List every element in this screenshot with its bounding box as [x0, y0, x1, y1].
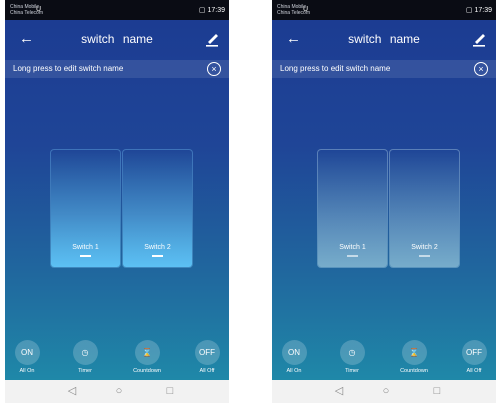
timer-button[interactable]: ◷ Timer [63, 340, 107, 374]
page-title: switch name [348, 32, 420, 46]
switch-2-panel[interactable]: Switch 2 [123, 150, 192, 267]
clock-icon: ◷ [339, 340, 365, 365]
signal-battery-time: ▢ 17:39 [198, 7, 225, 14]
control-label: Timer [78, 368, 92, 374]
close-icon[interactable]: × [207, 62, 221, 76]
control-label: Countdown [400, 368, 428, 374]
control-label: Countdown [133, 368, 161, 374]
switch-label: Switch 1 [339, 244, 366, 251]
all-on-button[interactable]: ON All On [272, 340, 316, 374]
usb-icon: U [36, 6, 42, 13]
nav-home-icon[interactable]: ○ [379, 385, 393, 397]
top-bar: ← switch name [5, 20, 229, 60]
nav-home-icon[interactable]: ○ [112, 385, 126, 397]
off-icon: OFF [194, 340, 220, 365]
switch-indicator [152, 255, 163, 257]
countdown-button[interactable]: ⌛ Countdown [125, 340, 169, 374]
page-title: switch name [81, 32, 153, 46]
nav-back-icon[interactable]: ◁ [65, 385, 79, 397]
android-nav-bar: ◁ ○ □ [272, 380, 496, 403]
hint-text: Long press to edit switch name [13, 64, 124, 73]
all-off-button[interactable]: OFF All Off [452, 340, 496, 374]
hourglass-icon: ⌛ [134, 340, 160, 365]
status-bar: China Mobile China Telecom U ▢ 17:39 [272, 0, 496, 20]
timer-button[interactable]: ◷ Timer [330, 340, 374, 374]
control-bar: ON All On ◷ Timer ⌛ Countdown OFF All Of… [5, 340, 229, 380]
top-bar: ← switch name [272, 20, 496, 60]
control-label: All On [286, 368, 302, 374]
nav-recent-icon[interactable]: □ [430, 385, 444, 397]
control-label: All On [19, 368, 35, 374]
nav-back-icon[interactable]: ◁ [332, 385, 346, 397]
hourglass-icon: ⌛ [401, 340, 427, 365]
pen-edit-icon[interactable] [472, 30, 486, 48]
phone-screen-active: China Mobile China Telecom U ▢ 17:39 ← s… [5, 0, 229, 403]
clock-icon: ◷ [72, 340, 98, 365]
switch-screen: ← switch name Long press to edit switch … [272, 20, 496, 380]
close-icon[interactable]: × [474, 62, 488, 76]
switch-2-panel[interactable]: Switch 2 [390, 150, 459, 267]
switch-screen: ← switch name Long press to edit switch … [5, 20, 229, 380]
switch-indicator [80, 255, 91, 257]
android-nav-bar: ◁ ○ □ [5, 380, 229, 403]
usb-icon: U [303, 6, 309, 13]
status-bar: China Mobile China Telecom U ▢ 17:39 [5, 0, 229, 20]
off-icon: OFF [461, 340, 487, 365]
signal-battery-time: ▢ 17:39 [465, 7, 492, 14]
hint-banner: Long press to edit switch name × [5, 60, 229, 78]
switch-1-panel[interactable]: Switch 1 [51, 150, 120, 267]
control-label: Timer [345, 368, 359, 374]
switch-label: Switch 2 [144, 244, 171, 251]
switch-label: Switch 2 [411, 244, 438, 251]
all-on-button[interactable]: ON All On [5, 340, 49, 374]
on-icon: ON [281, 340, 307, 365]
all-off-button[interactable]: OFF All Off [185, 340, 229, 374]
switch-indicator [419, 255, 430, 257]
switch-1-panel[interactable]: Switch 1 [318, 150, 387, 267]
switch-label: Switch 1 [72, 244, 99, 251]
hint-banner: Long press to edit switch name × [272, 60, 496, 78]
pen-edit-icon[interactable] [205, 30, 219, 48]
phone-screen-inactive: China Mobile China Telecom U ▢ 17:39 ← s… [272, 0, 496, 403]
control-bar: ON All On ◷ Timer ⌛ Countdown OFF All Of… [272, 340, 496, 380]
on-icon: ON [14, 340, 40, 365]
countdown-button[interactable]: ⌛ Countdown [392, 340, 436, 374]
hint-text: Long press to edit switch name [280, 64, 391, 73]
nav-recent-icon[interactable]: □ [163, 385, 177, 397]
control-label: All Off [466, 368, 482, 374]
control-label: All Off [199, 368, 215, 374]
switch-indicator [347, 255, 358, 257]
